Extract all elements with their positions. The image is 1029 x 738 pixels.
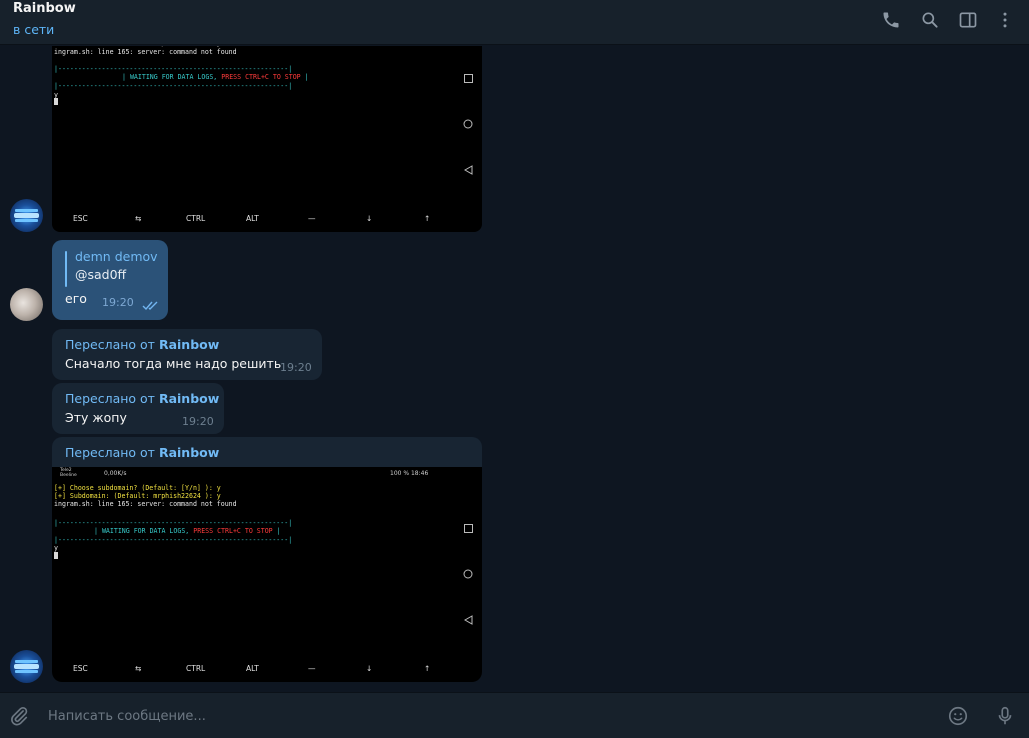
- square-icon: [463, 523, 473, 533]
- message-text: его: [65, 291, 87, 306]
- key-alt: ALT: [246, 664, 259, 673]
- forward-source[interactable]: Rainbow: [159, 445, 219, 460]
- forward-source[interactable]: Rainbow: [159, 337, 219, 352]
- message-time: 19:20: [182, 415, 214, 428]
- terminal-dashes: |---------------------------------------…: [54, 82, 293, 90]
- terminal-screenshot-photo[interactable]: Tele2 Beeline 0,00K/s 100 % 18:46 [+] Ch…: [52, 467, 482, 682]
- forward-prefix: Переслано от: [65, 337, 155, 352]
- back-triangle-icon: [463, 615, 473, 625]
- attach-icon[interactable]: [7, 704, 31, 728]
- terminal-keys: ESC ⇆ CTRL ALT — ↓ ↑: [52, 214, 462, 226]
- terminal-end: |: [272, 527, 281, 535]
- key-ctrl: CTRL: [186, 214, 206, 223]
- avatar-rainbow[interactable]: [10, 199, 43, 232]
- key-esc: ESC: [73, 214, 88, 223]
- key-up: ↑: [424, 664, 431, 673]
- terminal-press: PRESS CTRL+C TO STOP: [221, 73, 301, 81]
- terminal-line: Subdomain: (Default: mrphish22624 ): y: [70, 46, 221, 47]
- double-check-icon: [142, 296, 160, 315]
- message-bubble-outgoing[interactable]: demn demov @sad0ff его 19:20: [52, 240, 168, 320]
- forward-label: Переслано от Rainbow: [65, 445, 219, 460]
- terminal-end: |: [300, 73, 309, 81]
- key-dash: —: [308, 214, 316, 223]
- sidebar-toggle-icon[interactable]: [956, 8, 980, 32]
- terminal-line: ingram.sh: line 165: server: command not…: [54, 48, 237, 56]
- avatar-rainbow[interactable]: [10, 650, 43, 683]
- phone-icon[interactable]: [879, 8, 903, 32]
- square-icon: [463, 73, 473, 83]
- key-esc: ESC: [73, 664, 88, 673]
- chat-title[interactable]: Rainbow: [13, 1, 76, 16]
- key-ctrl: CTRL: [186, 664, 206, 673]
- message-composer: [0, 692, 1029, 738]
- terminal-input: y: [54, 544, 58, 552]
- key-down: ↓: [366, 214, 373, 223]
- terminal-line: Subdomain: (Default: mrphish22624 ): y: [69, 492, 221, 500]
- message-list[interactable]: [+] Subdomain: (Default: mrphish22624 ):…: [0, 46, 1029, 691]
- reply-text: @sad0ff: [75, 267, 127, 282]
- message-time: 19:20: [102, 296, 134, 309]
- terminal-prefix: [+]: [54, 492, 70, 500]
- forward-source[interactable]: Rainbow: [159, 391, 219, 406]
- back-triangle-icon: [463, 165, 473, 175]
- key-dash: —: [308, 664, 316, 673]
- forward-label: Переслано от Rainbow: [65, 337, 219, 352]
- message-input[interactable]: [48, 706, 928, 726]
- message-bubble-forwarded[interactable]: Переслано от Rainbow Эту жопу 19:20: [52, 383, 224, 434]
- message-text: Эту жопу: [65, 410, 127, 425]
- key-alt: ALT: [246, 214, 259, 223]
- chat-window: Rainbow в сети [+] Subdomain: (Default: …: [0, 0, 1029, 738]
- key-tab: ⇆: [135, 664, 142, 673]
- forward-prefix: Переслано от: [65, 391, 155, 406]
- terminal-line: ingram.sh: line 165: server: command not…: [54, 500, 237, 508]
- emoji-icon[interactable]: [946, 704, 970, 728]
- terminal-prefix: [+]: [54, 46, 70, 47]
- terminal-waiting: | WAITING FOR DATA LOGS,: [94, 527, 194, 535]
- message-time: 19:20: [280, 361, 312, 374]
- key-tab: ⇆: [135, 214, 142, 223]
- more-vertical-icon[interactable]: [993, 8, 1017, 32]
- reply-author[interactable]: demn demov: [75, 249, 158, 264]
- battery-clock: 100 % 18:46: [390, 470, 429, 477]
- microphone-icon[interactable]: [993, 704, 1017, 728]
- circle-icon: [463, 119, 473, 129]
- reply-bar: [65, 251, 67, 287]
- key-up: ↑: [424, 214, 431, 223]
- terminal-screenshot-photo[interactable]: [+] Subdomain: (Default: mrphish22624 ):…: [52, 46, 482, 232]
- terminal-prefix: [+]: [54, 484, 70, 492]
- terminal-dashes: |---------------------------------------…: [54, 536, 293, 544]
- forward-label: Переслано от Rainbow: [65, 391, 219, 406]
- circle-icon: [463, 569, 473, 579]
- message-text: Сначало тогда мне надо решить: [65, 356, 282, 371]
- message-bubble-forwarded[interactable]: Переслано от Rainbow Сначало тогда мне н…: [52, 329, 322, 380]
- network-speed: 0,00K/s: [104, 470, 127, 477]
- terminal-line: Choose subdomain? (Default: [Y/n] ): y: [69, 484, 221, 492]
- phone-status-bar: Tele2 Beeline 0,00K/s 100 % 18:46: [54, 468, 480, 479]
- terminal-dashes: |---------------------------------------…: [54, 65, 293, 73]
- chat-status: в сети: [13, 22, 55, 37]
- avatar-demn[interactable]: [10, 288, 43, 321]
- chat-header: Rainbow в сети: [0, 0, 1029, 45]
- terminal-press: PRESS CTRL+C TO STOP: [193, 527, 273, 535]
- terminal-dashes: |---------------------------------------…: [54, 519, 293, 527]
- search-icon[interactable]: [918, 8, 942, 32]
- carrier-label: Tele2 Beeline: [60, 468, 77, 478]
- terminal-keys: ESC ⇆ CTRL ALT — ↓ ↑: [52, 664, 462, 676]
- terminal-waiting: | WAITING FOR DATA LOGS,: [122, 73, 222, 81]
- terminal-cursor: [54, 552, 58, 559]
- forward-prefix: Переслано от: [65, 445, 155, 460]
- terminal-cursor: [54, 98, 58, 105]
- message-bubble-forwarded-photo[interactable]: Переслано от Rainbow Tele2 Beeline 0,00K…: [52, 437, 482, 682]
- key-down: ↓: [366, 664, 373, 673]
